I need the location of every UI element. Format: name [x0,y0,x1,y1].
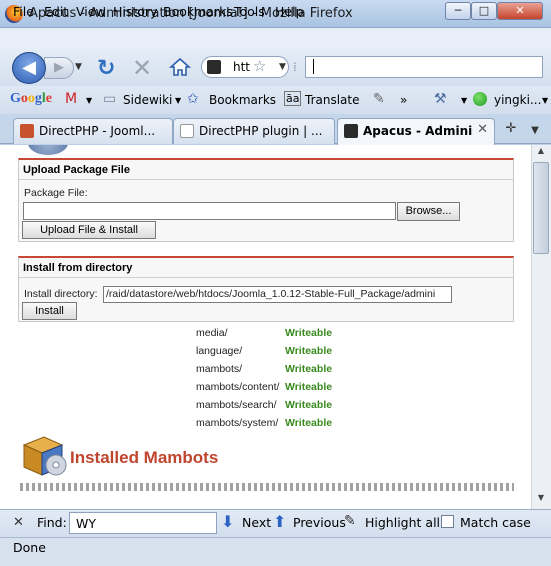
pencil-icon[interactable]: ✎ [373,91,385,107]
tab-label: DirectPHP - Jooml... [39,124,156,138]
menu-bar [0,28,551,50]
gmail-icon[interactable]: M [65,91,77,107]
highlight-all-button[interactable]: Highlight all [365,515,440,530]
list-all-tabs-icon[interactable]: ▼ [525,121,545,141]
match-case-checkbox[interactable] [441,515,454,528]
account-dropdown-icon[interactable]: ▼ [542,96,548,105]
install-directory-input[interactable]: /raid/datastore/web/htdocs/Joomla_1.0.12… [103,286,452,303]
joomla-favicon-icon [20,124,34,138]
package-file-input[interactable] [23,202,396,220]
joomla-favicon-icon [344,124,358,138]
scroll-up-icon[interactable]: ▲ [533,146,549,160]
arrow-up-icon[interactable]: ⬆ [273,512,286,531]
match-case-label[interactable]: Match case [460,515,531,530]
google-toolbar-logo[interactable]: Google [10,91,52,107]
package-file-label: Package File: [24,187,88,199]
search-input[interactable] [305,56,543,78]
page-favicon-icon [180,124,194,138]
close-tab-icon[interactable]: ✕ [477,122,488,137]
sidewiki-dropdown-icon[interactable]: ▼ [175,96,181,105]
bookmarks-star-icon[interactable]: ✩ [187,91,199,107]
text-caret [313,59,314,74]
dir-path: media/ [196,327,228,339]
menu-file[interactable]: File [13,4,34,19]
dir-path: mambots/search/ [196,399,277,411]
url-dropdown-icon[interactable]: ▼ [279,62,286,72]
history-dropdown-icon[interactable]: ▼ [75,62,82,72]
online-status-icon [473,92,487,106]
close-window-button[interactable]: ✕ [497,2,543,20]
translate-icon[interactable]: āa [284,91,302,106]
maximize-button[interactable]: □ [471,2,497,20]
dir-path: mambots/system/ [196,417,279,429]
wrench-icon[interactable]: ⚒ [434,91,447,107]
upload-install-button[interactable]: Upload File & Install [22,221,156,239]
user-account-button[interactable]: yingki... [494,93,541,107]
back-button[interactable]: ◀ [12,52,46,84]
dir-status: Writeable [285,399,333,411]
menu-tools[interactable]: Tools [234,4,265,19]
new-tab-icon[interactable]: ✛ [500,121,522,141]
scroll-down-icon[interactable]: ▼ [533,493,549,507]
home-icon[interactable] [168,55,192,79]
status-bar [0,537,551,566]
find-input[interactable]: WY [69,512,217,534]
minimize-button[interactable]: ─ [445,2,471,20]
gmail-dropdown-icon[interactable]: ▼ [86,96,92,105]
menu-view[interactable]: View [76,4,106,19]
dir-status: Writeable [285,363,333,375]
bookmark-star-icon[interactable]: ☆ [253,57,266,75]
dir-path: language/ [196,345,243,357]
translate-button[interactable]: Translate [305,93,360,107]
joomla-favicon-icon [207,60,221,74]
tab-label: DirectPHP plugin | ... [199,124,323,138]
sidewiki-icon[interactable]: ▭ [103,91,116,107]
dir-status: Writeable [285,417,333,429]
bookmarks-button[interactable]: Bookmarks [209,93,276,107]
mambots-box-icon [22,436,67,476]
tab-directphp-joomla[interactable]: DirectPHP - Jooml... [13,118,173,144]
wrench-dropdown-icon[interactable]: ▼ [461,96,467,105]
url-text[interactable]: htt [233,60,250,74]
find-next-button[interactable]: Next [242,515,271,530]
dir-path: mambots/content/ [196,381,280,393]
menu-help[interactable]: Help [275,4,304,19]
dir-status: Writeable [285,345,333,357]
forward-button[interactable]: ▶ [44,57,74,79]
install-button[interactable]: Install [22,302,77,320]
find-label: Find: [37,515,67,530]
menu-edit[interactable]: Edit [44,4,68,19]
page-content: Upload Package File Package File: Browse… [0,145,531,509]
directory-panel-title: Install from directory [19,258,513,278]
clipped-text-line [20,483,514,491]
highlighter-icon[interactable]: ✎ [344,513,356,529]
dir-status: Writeable [285,327,333,339]
arrow-down-icon[interactable]: ⬇ [221,512,234,531]
browse-button[interactable]: Browse... [397,202,460,221]
upload-panel-title: Upload Package File [19,160,513,180]
sidewiki-button[interactable]: Sidewiki [123,93,172,107]
tab-directphp-plugin[interactable]: DirectPHP plugin | ... [173,118,335,144]
scrollbar-thumb[interactable] [533,162,549,254]
menu-bookmarks[interactable]: Bookmarks [163,4,233,19]
status-text: Done [13,540,46,555]
install-directory-label: Install directory: [24,288,98,300]
close-find-icon[interactable]: ✕ [13,515,24,530]
installer-icon [28,145,68,155]
tab-label: Apacus - Adminis... [363,124,473,138]
dir-path: mambots/ [196,363,243,375]
find-previous-button[interactable]: Previous [293,515,346,530]
section-title: Installed Mambots [70,448,219,467]
stop-icon[interactable]: ✕ [132,54,152,82]
more-chevron[interactable]: » [400,93,407,107]
tab-apacus-admin[interactable]: Apacus - Adminis... ✕ [337,118,495,145]
menu-history[interactable]: History [113,4,157,19]
dir-status: Writeable [285,381,333,393]
toolbar-separator: ⁞ [293,60,297,74]
reload-icon[interactable]: ↻ [97,56,115,81]
